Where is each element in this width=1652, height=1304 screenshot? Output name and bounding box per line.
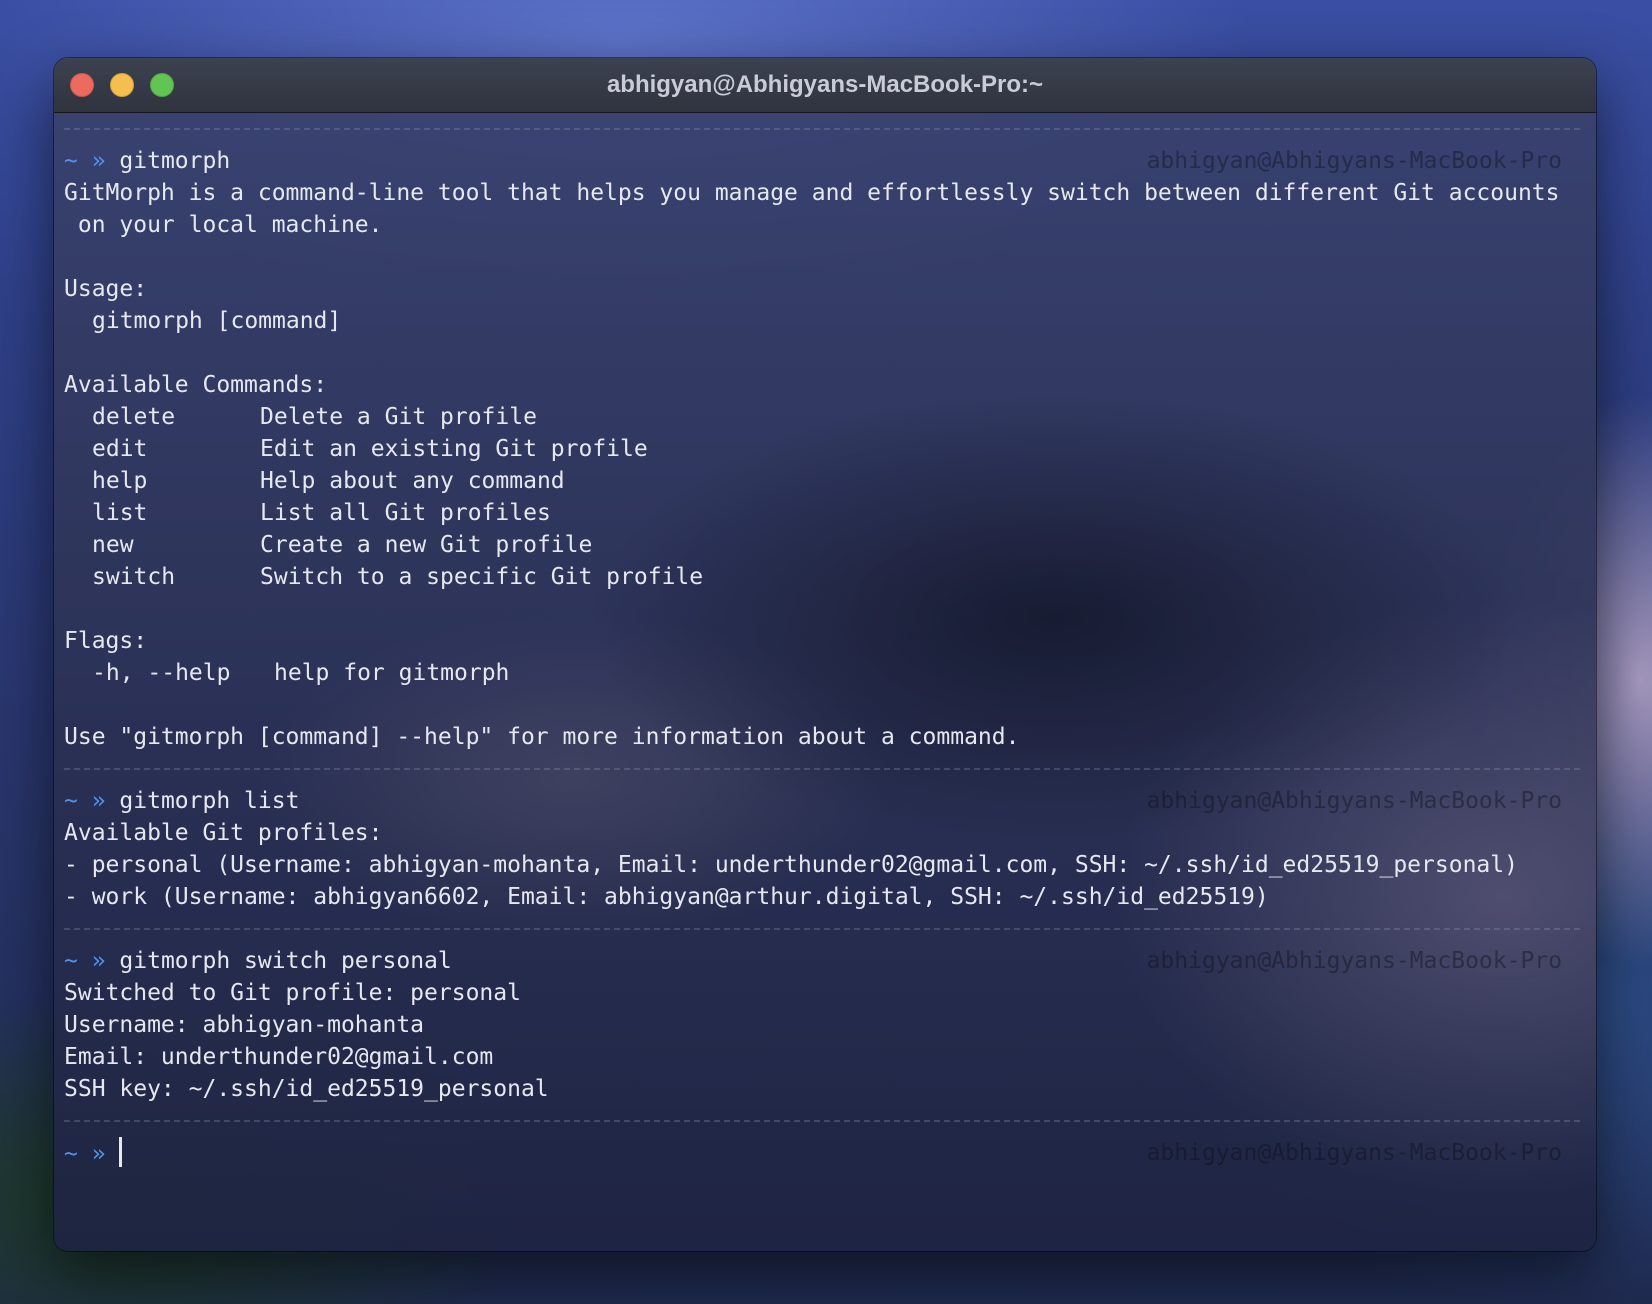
output-line: Switched to Git profile: personal [64, 980, 521, 1006]
command-row: help Help about any command [64, 465, 1580, 497]
output-line: GitMorph is a command-line tool that hel… [64, 180, 1560, 206]
prompt-host-hint: abhigyan@Abhigyans-MacBook-Pro [1146, 148, 1562, 174]
flag-row: -h, --help help for gitmorph [64, 657, 1580, 689]
prompt-host-hint: abhigyan@Abhigyans-MacBook-Pro [1146, 788, 1562, 814]
command-name: switch [92, 564, 176, 590]
flag-desc: help for gitmorph [274, 660, 510, 686]
command-row: switch Switch to a specific Git profile [64, 561, 1580, 593]
flags-label: Flags: [64, 628, 148, 654]
command-name: list [92, 500, 148, 526]
prompt-separator [64, 928, 1580, 930]
profile-line: - work (Username: abhigyan6602, Email: a… [64, 884, 1269, 910]
prompt-host-hint: abhigyan@Abhigyans-MacBook-Pro [1146, 948, 1562, 974]
prompt-separator [64, 1120, 1580, 1122]
command-desc: Edit an existing Git profile [260, 436, 648, 462]
terminal-window: abhigyan@Abhigyans-MacBook-Pro:~ ~ » git… [54, 58, 1596, 1251]
command-row: list List all Git profiles [64, 497, 1580, 529]
output-line: Available Git profiles: [64, 820, 383, 846]
output-line: SSH key: ~/.ssh/id_ed25519_personal [64, 1076, 549, 1102]
prompt-line: ~ » gitmorph abhigyan@Abhigyans-MacBook-P… [64, 145, 1580, 177]
command-desc: Switch to a specific Git profile [260, 564, 704, 590]
prompt-host-hint: abhigyan@Abhigyans-MacBook-Pro [1146, 1140, 1562, 1166]
output-line: Email: underthunder02@gmail.com [64, 1044, 494, 1070]
output-line: on your local machine. [64, 212, 383, 238]
command-name: new [92, 532, 134, 558]
command-row: delete Delete a Git profile [64, 401, 1580, 433]
command-text: gitmorph [119, 148, 231, 174]
prompt-symbol: ~ » [64, 948, 106, 974]
prompt-symbol: ~ » [64, 788, 106, 814]
prompt-symbol: ~ » [64, 148, 106, 174]
command-row: new Create a new Git profile [64, 529, 1580, 561]
prompt-line: ~ » gitmorph switch personal abhigyan@Abh… [64, 945, 1580, 977]
window-title: abhigyan@Abhigyans-MacBook-Pro:~ [606, 71, 1044, 98]
usage-value: gitmorph [command] [92, 308, 342, 334]
output-line: Username: abhigyan-mohanta [64, 1012, 425, 1038]
flag-name: -h, --help [92, 660, 231, 686]
profile-line: - personal (Username: abhigyan-mohanta, … [64, 852, 1518, 878]
output-line: Use "gitmorph [command] --help" for more… [64, 724, 1020, 750]
prompt-symbol: ~ » [64, 1141, 106, 1167]
terminal-output[interactable]: ~ » gitmorph abhigyan@Abhigyans-MacBook-P… [64, 128, 1580, 1169]
title-bar[interactable]: abhigyan@Abhigyans-MacBook-Pro:~ [54, 58, 1596, 113]
command-name: help [92, 468, 148, 494]
command-desc: Help about any command [260, 468, 565, 494]
usage-label: Usage: [64, 276, 148, 302]
commands-label: Available Commands: [64, 372, 328, 398]
command-desc: Create a new Git profile [260, 532, 593, 558]
command-text: gitmorph switch personal [119, 948, 452, 974]
command-text: gitmorph list [119, 788, 300, 814]
command-desc: List all Git profiles [260, 500, 551, 526]
command-row: edit Edit an existing Git profile [64, 433, 1580, 465]
prompt-line: ~ » gitmorph list abhigyan@Abhigyans-MacB… [64, 785, 1580, 817]
command-desc: Delete a Git profile [260, 404, 537, 430]
prompt-separator [64, 768, 1580, 770]
command-name: edit [92, 436, 148, 462]
text-cursor [119, 1137, 123, 1167]
command-name: delete [92, 404, 176, 430]
active-prompt-line[interactable]: ~ » abhigyan@Abhigyans-MacBook-Pro [64, 1137, 1580, 1169]
prompt-separator [64, 128, 1580, 130]
